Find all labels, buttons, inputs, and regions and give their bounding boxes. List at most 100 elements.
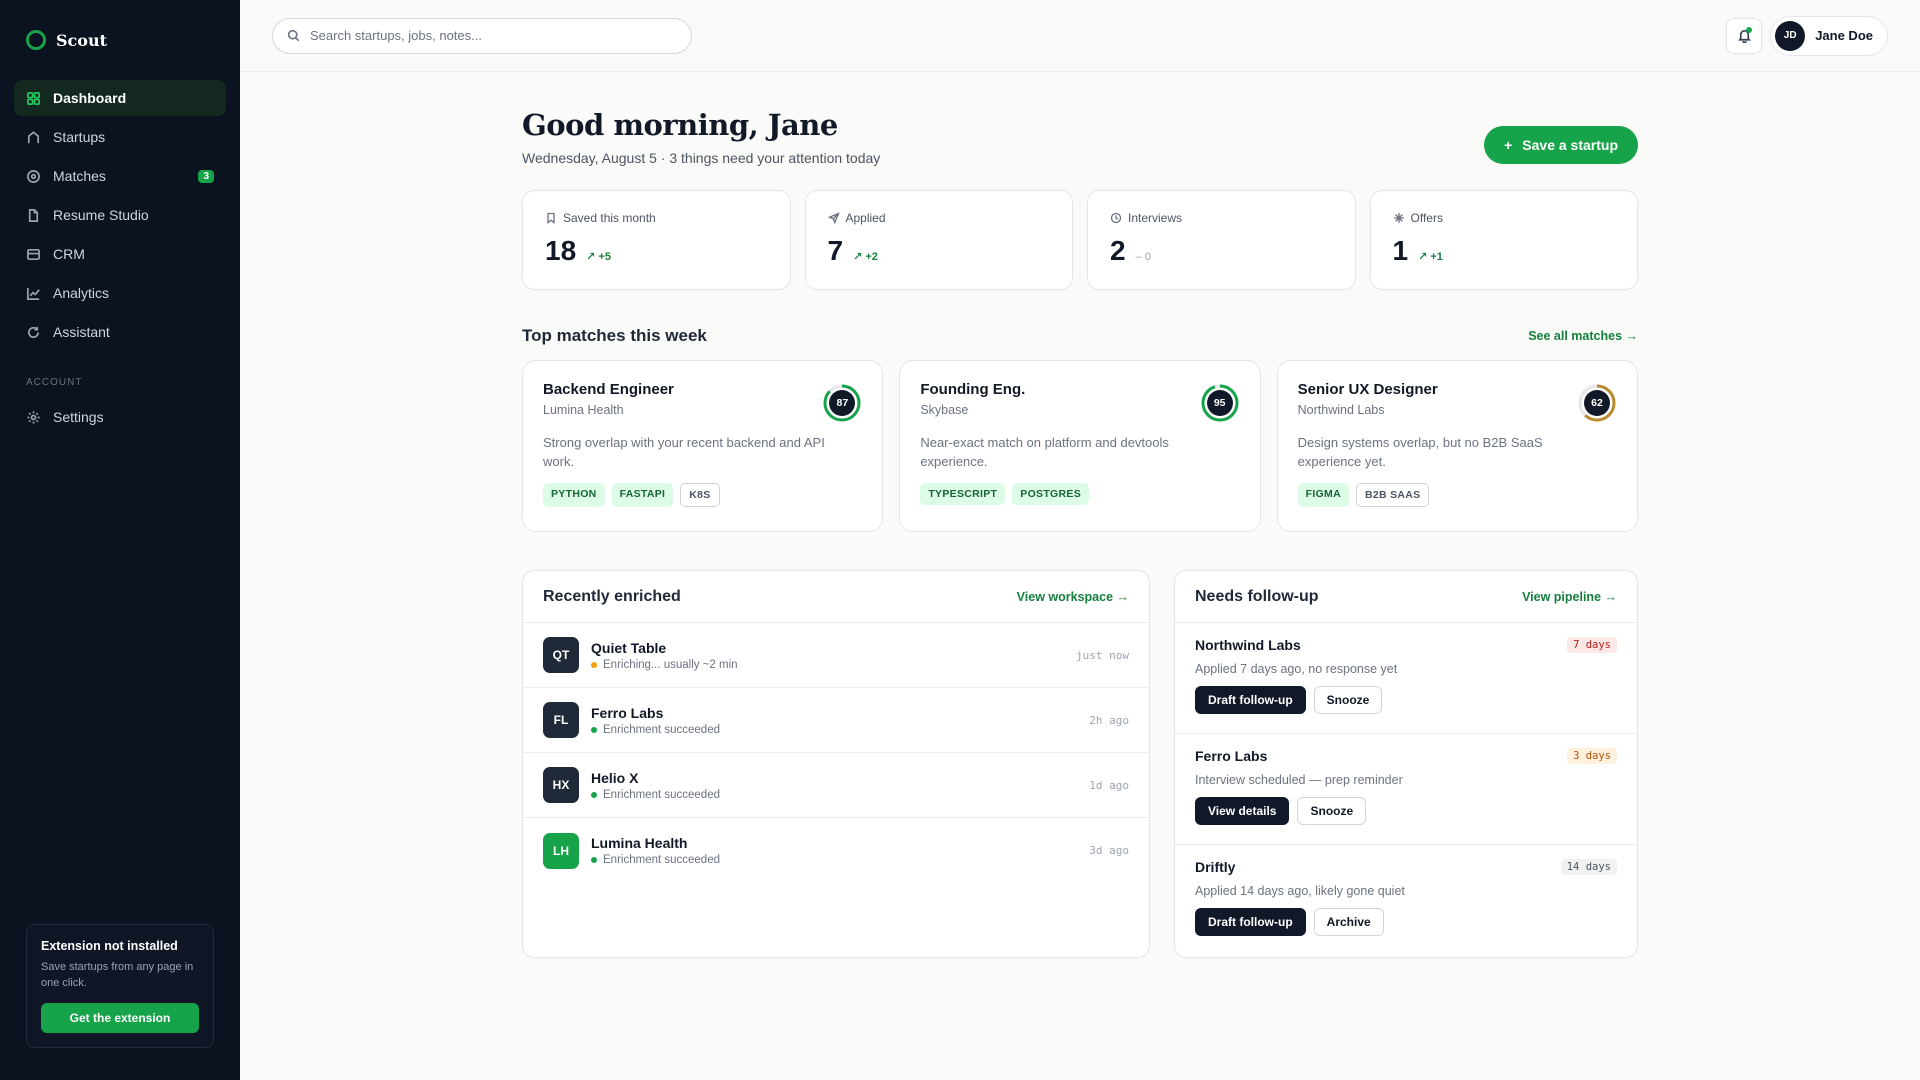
- stat-value-row: 18 ↗ +5: [545, 235, 768, 267]
- timestamp: 3d ago: [1089, 844, 1129, 857]
- timestamp: 1d ago: [1089, 778, 1129, 792]
- grid-icon: [27, 91, 40, 105]
- stat-card-saved[interactable]: Saved this month 18 ↗ +5: [522, 190, 791, 290]
- save-startup-button[interactable]: + Save a startup: [1484, 126, 1638, 164]
- stat-delta: ↗ +1: [1418, 251, 1443, 263]
- match-tags: TYPESCRIPT POSTGRES: [920, 483, 1239, 505]
- skill-tag: K8S: [680, 483, 720, 507]
- stat-value: 18: [545, 235, 577, 266]
- view-workspace-link[interactable]: View workspace →: [1017, 590, 1129, 604]
- sparkle-icon: [1393, 213, 1404, 223]
- view-pipeline-link[interactable]: View pipeline →: [1522, 590, 1617, 604]
- save-startup-label: Save a startup: [1522, 137, 1618, 153]
- list-item[interactable]: QT Quiet Table Enriching... usually ~2 m…: [523, 623, 1149, 688]
- view-details-button[interactable]: View details: [1195, 797, 1290, 825]
- days-badge: 3 days: [1567, 748, 1617, 764]
- list-item[interactable]: HX Helio X Enrichment succeeded 1d ago: [523, 753, 1149, 818]
- draft-followup-button[interactable]: Draft follow-up: [1195, 908, 1306, 936]
- match-card[interactable]: 62 Senior UX Designer Northwind Labs Des…: [1276, 360, 1638, 532]
- sidebar-item-matches[interactable]: Matches 3: [14, 158, 226, 194]
- skill-tag: B2B SAAS: [1355, 483, 1430, 507]
- stat-card-applied[interactable]: Applied 7 ↗ +2: [804, 190, 1073, 290]
- sidebar-item-resume-studio[interactable]: Resume Studio: [14, 197, 226, 233]
- company-name: Ferro Labs: [591, 704, 664, 721]
- sidebar-item-label: Settings: [53, 409, 104, 425]
- company-logo: FL: [543, 702, 579, 738]
- see-all-matches-link[interactable]: See all matches →: [1528, 329, 1638, 343]
- notifications-button[interactable]: [1726, 17, 1763, 54]
- search-icon: [287, 29, 300, 42]
- stat-value: 2: [1110, 235, 1126, 266]
- skill-tag: POSTGRES: [1012, 483, 1090, 505]
- match-score: 62: [1591, 397, 1603, 409]
- user-menu[interactable]: JD Jane Doe: [1770, 15, 1888, 56]
- sidebar-item-analytics[interactable]: Analytics: [14, 275, 226, 311]
- sidebar-item-dashboard[interactable]: Dashboard: [14, 80, 226, 116]
- home-icon: [27, 130, 40, 143]
- greeting-row: Good morning, Jane Wednesday, August 5 ·…: [522, 108, 1638, 166]
- page-title: Good morning, Jane: [522, 108, 838, 142]
- company-logo: HX: [543, 767, 579, 803]
- lower-panels: Recently enriched View workspace → QT Qu…: [522, 570, 1638, 958]
- stats-row: Saved this month 18 ↗ +5 Applied 7 ↗ +2: [522, 190, 1638, 290]
- search-box[interactable]: [272, 17, 692, 54]
- match-title: Founding Eng.: [920, 381, 1026, 398]
- match-company: Skybase: [920, 403, 969, 417]
- stat-value: 7: [827, 235, 844, 266]
- match-card[interactable]: 87 Backend Engineer Lumina Health Strong…: [522, 360, 884, 532]
- stat-value-row: 2 – 0: [1110, 235, 1333, 267]
- matches-row: 87 Backend Engineer Lumina Health Strong…: [522, 360, 1638, 532]
- inbox-icon: [27, 248, 40, 260]
- user-name: Jane Doe: [1815, 28, 1873, 43]
- stat-label: Saved this month: [545, 211, 768, 225]
- stat-label-text: Interviews: [1128, 211, 1183, 225]
- brand[interactable]: Scout: [14, 0, 226, 80]
- sidebar-item-assistant[interactable]: Assistant: [14, 314, 226, 350]
- draft-followup-button[interactable]: Draft follow-up: [1195, 686, 1306, 714]
- sidebar-item-label: Assistant: [53, 324, 110, 340]
- extension-description: Save startups from any page in one click…: [41, 961, 194, 989]
- stat-label-text: Saved this month: [563, 211, 656, 225]
- topbar: JD Jane Doe: [240, 0, 1920, 72]
- chart-icon: [27, 287, 40, 300]
- sidebar-item-label: Matches: [53, 168, 106, 184]
- get-extension-button[interactable]: Get the extension: [41, 1003, 199, 1033]
- list-item[interactable]: FL Ferro Labs Enrichment succeeded 2h ag…: [523, 688, 1149, 753]
- snooze-button[interactable]: Snooze: [1297, 797, 1367, 825]
- target-icon: [27, 169, 40, 183]
- stat-delta: ↗ +2: [853, 251, 878, 263]
- sidebar-item-label: Startups: [53, 129, 106, 145]
- match-description: Design systems overlap, but no B2B SaaS …: [1297, 435, 1543, 469]
- stat-card-interviews[interactable]: Interviews 2 – 0: [1087, 190, 1356, 290]
- enrichment-status: Enrichment succeeded: [603, 788, 720, 801]
- archive-button[interactable]: Archive: [1313, 908, 1384, 936]
- sidebar-nav: Dashboard Startups Matches 3 Resume Stud…: [14, 80, 226, 435]
- skill-tag: FIGMA: [1297, 483, 1349, 507]
- company-name: Quiet Table: [591, 639, 667, 656]
- company-name: Driftly: [1195, 859, 1236, 875]
- stat-delta: ↗ +5: [586, 251, 611, 263]
- send-icon: [827, 212, 840, 224]
- status-dot-icon: [591, 726, 597, 733]
- match-company: Northwind Labs: [1297, 403, 1385, 417]
- stat-card-offers[interactable]: Offers 1 ↗ +1: [1369, 190, 1638, 290]
- snooze-button[interactable]: Snooze: [1313, 686, 1383, 714]
- search-input[interactable]: [310, 28, 677, 43]
- days-badge: 14 days: [1560, 859, 1617, 875]
- status-dot-icon: [591, 661, 597, 668]
- days-badge: 7 days: [1567, 637, 1617, 653]
- stat-value: 1: [1392, 235, 1409, 266]
- sidebar-item-settings[interactable]: Settings: [14, 399, 226, 435]
- bookmark-icon: [547, 212, 555, 224]
- timestamp: just now: [1076, 648, 1129, 662]
- enrichment-status: Enrichment succeeded: [603, 723, 720, 736]
- extension-card: Extension not installed Save startups fr…: [26, 924, 214, 1048]
- sidebar-item-crm[interactable]: CRM: [14, 236, 226, 272]
- sidebar-section-account: ACCOUNT: [26, 377, 83, 388]
- sidebar-item-startups[interactable]: Startups: [14, 119, 226, 155]
- match-card[interactable]: 95 Founding Eng. Skybase Near-exact matc…: [899, 360, 1261, 532]
- panel-header: Needs follow-up View pipeline →: [1175, 571, 1637, 623]
- list-item[interactable]: LH Lumina Health Enrichment succeeded 3d…: [523, 818, 1149, 883]
- match-description: Near-exact match on platform and devtool…: [920, 435, 1169, 469]
- stat-value-row: 7 ↗ +2: [828, 235, 1051, 267]
